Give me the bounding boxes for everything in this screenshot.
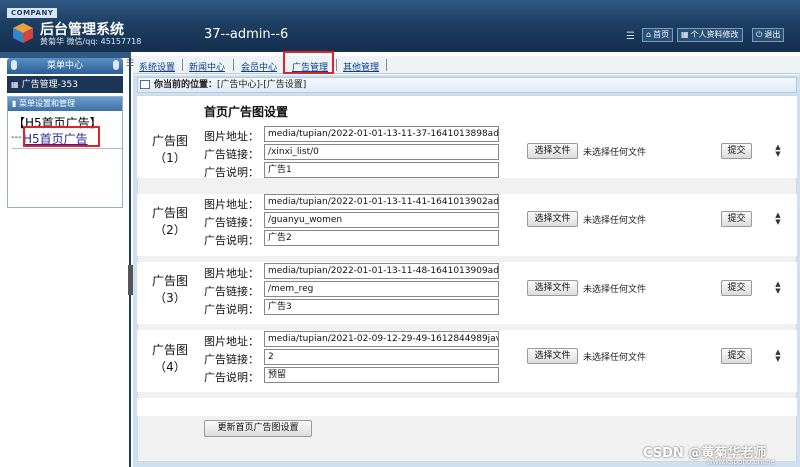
file-status: 未选择任何文件 xyxy=(583,216,647,226)
ad-link-input[interactable]: /guanyu_women xyxy=(264,212,499,228)
panel-title: ▮ 菜单设置和管理 xyxy=(8,97,122,111)
tab-other-management[interactable]: 其他管理 xyxy=(343,60,379,73)
ad-desc-input[interactable]: 广告3 xyxy=(264,299,499,315)
logo-cube-icon xyxy=(13,23,33,43)
menu-center-header: 菜单中心 xyxy=(7,58,123,74)
sidebar-item-ad-management[interactable]: ▦ 广告管理-353 xyxy=(7,76,123,93)
ad-desc-input[interactable]: 广告2 xyxy=(264,230,499,246)
tab-system-settings[interactable]: 系统设置 xyxy=(139,60,175,73)
ad-label: 广告图 （1） xyxy=(151,134,188,165)
image-url-input[interactable]: media/tupian/2022-01-01-13-11-41-1641013… xyxy=(264,194,499,210)
tab-news-center[interactable]: 新闻中心 xyxy=(189,60,225,73)
image-url-input[interactable]: media/tupian/2022-01-01-13-11-37-1641013… xyxy=(264,126,499,142)
choose-file-button[interactable]: 选择文件 xyxy=(527,280,578,296)
ad-desc-input[interactable]: 预留 xyxy=(264,367,499,383)
submit-button[interactable]: 提交 xyxy=(721,143,752,159)
menu-settings-panel: ▮ 菜单设置和管理 【H5首页广告】 --- H5首页广告 xyxy=(7,96,123,208)
choose-file-button[interactable]: 选择文件 xyxy=(527,211,578,227)
watermark-url: www.kspphp.online xyxy=(707,458,775,466)
tree-connector: --- xyxy=(11,132,22,143)
logout-button[interactable]: ⏻ 退出 xyxy=(752,28,785,42)
submit-button[interactable]: 提交 xyxy=(721,348,752,364)
image-url-label: 图片地址： xyxy=(204,267,259,280)
ad-desc-label: 广告说明： xyxy=(204,371,259,384)
image-url-label: 图片地址： xyxy=(204,130,259,143)
image-url-label: 图片地址： xyxy=(204,335,259,348)
submit-button[interactable]: 提交 xyxy=(721,280,752,296)
company-badge: COMPANY xyxy=(7,8,58,18)
window-icon xyxy=(140,80,150,89)
ad-link-input[interactable]: /mem_reg xyxy=(264,281,499,297)
user-info: 37--admin--6 xyxy=(204,27,289,42)
ad-link-input[interactable]: /xinxi_list/0 xyxy=(264,144,499,160)
profile-icon: ▦ xyxy=(681,30,689,39)
update-ad-settings-button[interactable]: 更新首页广告图设置 xyxy=(204,420,312,437)
image-url-input[interactable]: media/tupian/2022-01-01-13-11-48-1641013… xyxy=(264,263,499,279)
tab-grip-icon: ☰ xyxy=(126,59,135,69)
author-info: 黄菊华 微信/qq: 45157718 xyxy=(40,37,142,46)
ad-label: 广告图 （2） xyxy=(151,206,188,237)
image-url-label: 图片地址： xyxy=(204,198,259,211)
form-title: 首页广告图设置 xyxy=(204,105,289,119)
home-button[interactable]: ⌂ 首页 xyxy=(642,28,674,42)
home-icon: ⌂ xyxy=(646,30,652,39)
sidebar: 菜单中心 ▦ 广告管理-353 ▮ 菜单设置和管理 【H5首页广告】 --- H5… xyxy=(0,52,131,467)
scroll-arrows-icon[interactable]: ▲ ▼ xyxy=(773,212,783,226)
breadcrumb: 你当前的位置：[广告中心]-[广告设置] xyxy=(137,77,797,93)
image-url-input[interactable]: media/tupian/2021-02-09-12-29-49-1612844… xyxy=(264,331,499,347)
ad-link-label: 广告链接： xyxy=(204,353,259,366)
file-status: 未选择任何文件 xyxy=(583,285,647,295)
highlight-box xyxy=(23,126,100,147)
scroll-arrows-icon[interactable]: ▲ ▼ xyxy=(773,281,783,295)
file-status: 未选择任何文件 xyxy=(583,353,647,363)
ad-link-label: 广告链接： xyxy=(204,216,259,229)
power-icon: ⏻ xyxy=(756,30,763,39)
file-status: 未选择任何文件 xyxy=(583,148,647,158)
scroll-arrows-icon[interactable]: ▲ ▼ xyxy=(773,144,783,158)
ad-link-label: 广告链接： xyxy=(204,148,259,161)
ad-link-input[interactable]: 2 xyxy=(264,349,499,365)
ad-desc-label: 广告说明： xyxy=(204,234,259,247)
ad-label: 广告图 （4） xyxy=(151,343,188,374)
ad-desc-input[interactable]: 广告1 xyxy=(264,162,499,178)
choose-file-button[interactable]: 选择文件 xyxy=(527,348,578,364)
app-header: COMPANY 后台管理系统 黄菊华 微信/qq: 45157718 37--a… xyxy=(0,0,800,52)
submit-button[interactable]: 提交 xyxy=(721,211,752,227)
choose-file-button[interactable]: 选择文件 xyxy=(527,143,578,159)
highlight-box xyxy=(283,51,334,74)
ad-desc-label: 广告说明： xyxy=(204,166,259,179)
profile-edit-button[interactable]: ▦ 个人资料修改 xyxy=(677,28,743,42)
ad-label: 广告图 （3） xyxy=(151,274,188,305)
ad-link-label: 广告链接： xyxy=(204,285,259,298)
tab-member-center[interactable]: 会员中心 xyxy=(241,60,277,73)
scroll-arrows-icon[interactable]: ▲ ▼ xyxy=(773,349,783,363)
panel-icon: ▮ xyxy=(12,99,19,108)
ad-desc-label: 广告说明： xyxy=(204,303,259,316)
grid-icon: ▦ xyxy=(11,80,19,89)
grip-icon: ☰ xyxy=(626,31,635,42)
